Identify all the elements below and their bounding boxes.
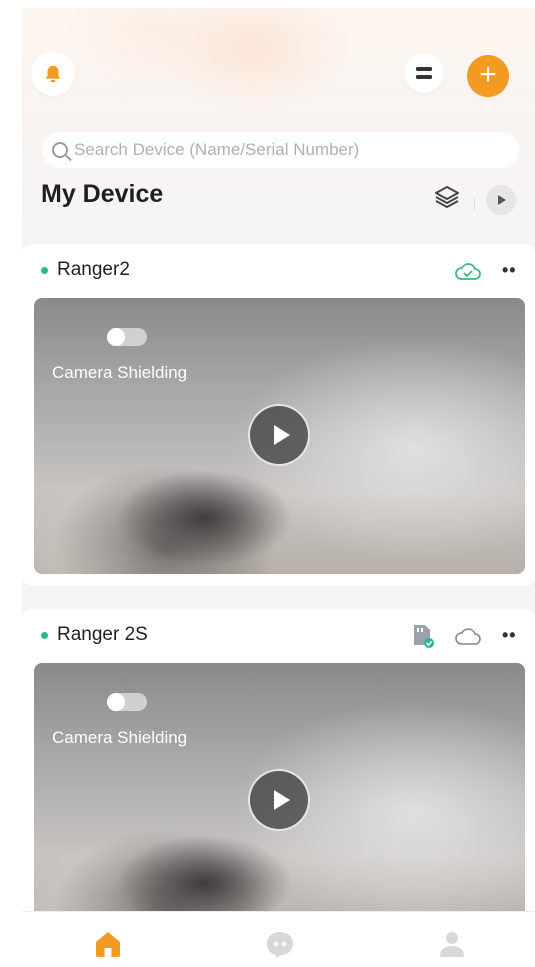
cloud-icon[interactable] <box>454 627 482 647</box>
messages-icon <box>267 932 293 958</box>
online-status-dot <box>41 267 48 274</box>
page-title: My Device <box>41 180 164 208</box>
search-input[interactable]: Search Device (Name/Serial Number) <box>42 132 519 168</box>
online-status-dot <box>41 632 48 639</box>
camera-shielding-toggle[interactable] <box>107 693 147 711</box>
more-icon[interactable]: •• <box>502 625 517 646</box>
plus-icon: + <box>479 57 497 91</box>
play-video-button[interactable] <box>248 404 310 466</box>
menu-icon <box>416 67 432 79</box>
sd-card-icon[interactable] <box>410 623 436 649</box>
camera-shielding-label: Camera Shielding <box>52 728 188 747</box>
bottom-navigation <box>22 911 535 967</box>
camera-preview[interactable]: Camera Shielding <box>34 298 525 574</box>
nav-profile[interactable] <box>434 926 470 962</box>
divider <box>474 198 475 210</box>
add-device-button[interactable]: + <box>467 55 509 97</box>
device-card: Ranger2 •• Camera Shielding <box>22 244 535 586</box>
nav-messages[interactable] <box>262 926 298 962</box>
search-placeholder: Search Device (Name/Serial Number) <box>74 140 360 159</box>
device-name[interactable]: Ranger 2S <box>57 624 148 646</box>
notifications-button[interactable] <box>31 52 75 96</box>
camera-preview[interactable]: Camera Shielding <box>34 663 525 939</box>
play-video-button[interactable] <box>248 769 310 831</box>
device-name[interactable]: Ranger2 <box>57 259 130 281</box>
app-screen: + Search Device (Name/Serial Number) My … <box>22 8 535 967</box>
play-icon <box>498 195 506 205</box>
view-menu-button[interactable] <box>404 53 444 93</box>
profile-icon <box>440 932 464 957</box>
more-icon[interactable]: •• <box>502 260 517 281</box>
home-icon <box>96 932 120 957</box>
search-icon <box>52 142 68 158</box>
device-card-header: Ranger 2S •• <box>22 609 535 663</box>
device-card-header: Ranger2 •• <box>22 244 535 298</box>
cloud-check-icon[interactable] <box>454 262 482 282</box>
camera-shielding-label: Camera Shielding <box>52 363 188 382</box>
bell-icon <box>45 65 61 83</box>
layers-icon[interactable] <box>433 184 461 210</box>
play-all-button[interactable] <box>486 185 516 215</box>
nav-home[interactable] <box>90 926 126 962</box>
camera-shielding-toggle[interactable] <box>107 328 147 346</box>
